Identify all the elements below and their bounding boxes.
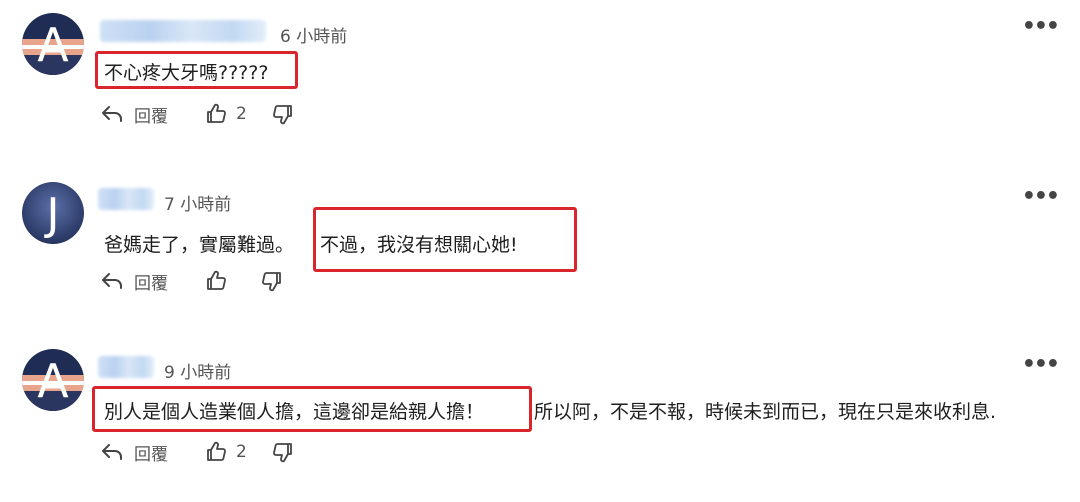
more-horizontal-icon[interactable]: ••• [1022,352,1060,377]
avatar-a-image: A [22,349,84,411]
comment-text-highlighted: 別人是個人造業個人擔，這邊卻是給親人擔！ [104,401,485,423]
avatar[interactable]: J [22,182,84,244]
reply-button[interactable]: 回覆 [100,269,204,294]
dislike-button[interactable] [271,440,295,464]
reply-button[interactable]: 回覆 [100,102,204,127]
comment-actions: 回覆 [100,268,284,294]
avatar-a-image: A [22,13,84,75]
avatar[interactable]: A [22,13,84,75]
timestamp[interactable]: 9 小時前 [164,358,231,383]
like-button[interactable]: 2 [204,102,271,126]
like-button[interactable]: 2 [204,440,271,464]
like-button[interactable] [204,269,260,293]
like-count: 2 [236,104,247,124]
comment-text: 爸媽走了，實屬難過。 [104,234,295,256]
username-redacted[interactable] [98,356,154,378]
thumb-down-icon [272,105,292,125]
thumb-down-icon [272,443,292,463]
reply-label: 回覆 [134,106,168,127]
timestamp[interactable]: 6 小時前 [280,22,347,47]
avatar-letter: A [37,18,69,72]
timestamp[interactable]: 7 小時前 [164,190,231,215]
more-horizontal-icon[interactable]: ••• [1022,184,1060,209]
more-horizontal-icon[interactable]: ••• [1022,14,1060,39]
comment-text-highlighted: 不過，我沒有想關心她! [320,234,518,256]
reply-arrow-icon [102,106,122,122]
thumb-up-icon [207,441,226,461]
avatar-letter: J [44,189,60,240]
dislike-button[interactable] [271,102,295,126]
avatar-j-image: J [22,182,84,244]
thumb-up-icon [207,103,226,123]
like-count: 2 [236,442,247,462]
comment-text: 所以阿，不是不報，時候未到而已，現在只是來收利息. [534,401,997,423]
thumb-up-icon [207,270,226,290]
dislike-button[interactable] [260,269,284,293]
reply-label: 回覆 [134,273,168,294]
avatar[interactable]: A [22,349,84,411]
reply-arrow-icon [102,273,122,289]
reply-button[interactable]: 回覆 [100,440,204,465]
username-redacted[interactable] [98,188,154,210]
username-redacted[interactable] [100,20,266,42]
comment-text: 不心疼大牙嗎????? [104,62,269,84]
reply-arrow-icon [102,444,122,460]
comment-actions: 回覆 2 [100,101,295,127]
reply-label: 回覆 [134,444,168,465]
comment-actions: 回覆 2 [100,439,295,465]
thumb-down-icon [262,272,281,292]
avatar-letter: A [37,354,69,408]
